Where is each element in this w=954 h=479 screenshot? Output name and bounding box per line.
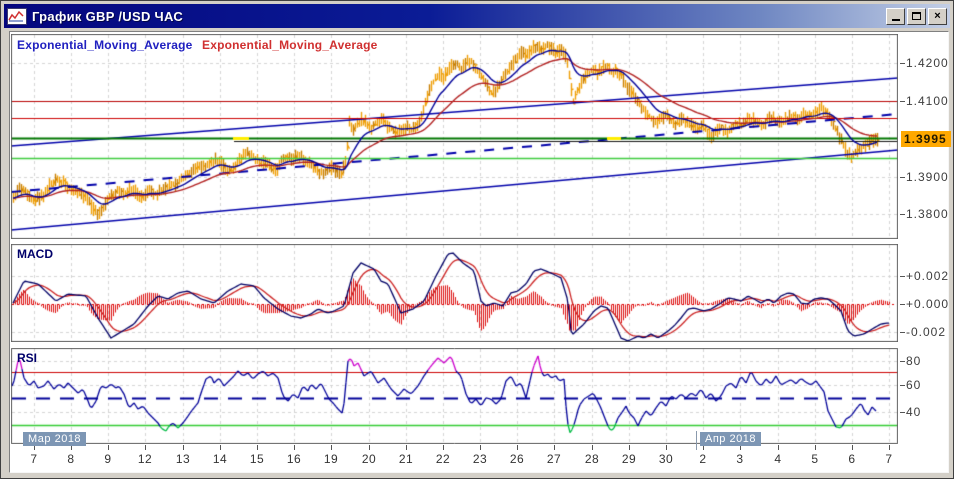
axis-label: 1.3900 bbox=[906, 170, 949, 184]
date-tick bbox=[331, 445, 332, 450]
date-tick bbox=[145, 445, 146, 450]
axis-tick bbox=[900, 214, 905, 215]
axis-tick bbox=[900, 63, 905, 64]
date-label: 9 bbox=[95, 452, 121, 466]
price-chart-canvas[interactable] bbox=[11, 34, 898, 239]
axis-label: 80 bbox=[906, 354, 921, 368]
date-label: 13 bbox=[170, 452, 196, 466]
date-label: 23 bbox=[467, 452, 493, 466]
date-tick bbox=[406, 445, 407, 450]
rsi-chart-canvas[interactable] bbox=[11, 348, 898, 444]
date-tick bbox=[294, 445, 295, 450]
macd-chart-canvas[interactable] bbox=[11, 244, 898, 342]
date-tick bbox=[852, 445, 853, 450]
axis-tick bbox=[900, 412, 905, 413]
axis-label: -0.002 bbox=[906, 325, 946, 339]
date-tick bbox=[592, 445, 593, 450]
indicator-legend: Exponential_Moving_Average Exponential_M… bbox=[17, 38, 377, 52]
window-title: График GBP /USD ЧАС bbox=[32, 9, 183, 24]
date-label: 7 bbox=[21, 452, 47, 466]
date-tick bbox=[778, 445, 779, 450]
date-label: 15 bbox=[244, 452, 270, 466]
axis-label: 40 bbox=[906, 405, 921, 419]
date-label: 16 bbox=[281, 452, 307, 466]
ema-fast-legend: Exponential_Moving_Average bbox=[17, 38, 192, 52]
axis-label: 1.3800 bbox=[906, 207, 949, 221]
date-label: 26 bbox=[504, 452, 530, 466]
axis-tick bbox=[900, 276, 905, 277]
axis-tick bbox=[900, 361, 905, 362]
axis-label: 1.4100 bbox=[906, 94, 949, 108]
date-tick bbox=[629, 445, 630, 450]
chart-app-icon bbox=[7, 8, 27, 25]
date-tick bbox=[554, 445, 555, 450]
maximize-icon bbox=[912, 12, 921, 20]
date-label: 22 bbox=[430, 452, 456, 466]
axis-label: +0.002 bbox=[906, 269, 949, 283]
date-label: 6 bbox=[839, 452, 865, 466]
date-label: 30 bbox=[653, 452, 679, 466]
app-window: График GBP /USD ЧАС × Exponential_Moving… bbox=[0, 0, 954, 479]
axis-label: +0.000 bbox=[906, 297, 949, 311]
title-bar[interactable]: График GBP /USD ЧАС × bbox=[4, 4, 950, 28]
minimize-icon bbox=[892, 19, 900, 21]
date-tick bbox=[517, 445, 518, 450]
axis-label: 60 bbox=[906, 378, 921, 392]
axis-label: 1.4200 bbox=[906, 56, 949, 70]
close-icon: × bbox=[934, 11, 940, 21]
rsi-panel-title: RSI bbox=[17, 351, 37, 365]
date-label: 14 bbox=[207, 452, 233, 466]
date-label: 19 bbox=[318, 452, 344, 466]
maximize-button[interactable] bbox=[907, 8, 926, 25]
date-tick bbox=[108, 445, 109, 450]
date-label: 28 bbox=[579, 452, 605, 466]
date-label: 3 bbox=[727, 452, 753, 466]
date-tick bbox=[183, 445, 184, 450]
macd-panel-title: MACD bbox=[17, 247, 53, 261]
date-tick bbox=[443, 445, 444, 450]
date-label: 2 bbox=[690, 452, 716, 466]
date-label: 21 bbox=[393, 452, 419, 466]
date-label: 8 bbox=[58, 452, 84, 466]
date-tick bbox=[220, 445, 221, 450]
date-tick bbox=[480, 445, 481, 450]
close-button[interactable]: × bbox=[928, 8, 947, 25]
date-tick bbox=[815, 445, 816, 450]
minimize-button[interactable] bbox=[886, 8, 905, 25]
axis-tick bbox=[900, 101, 905, 102]
chart-client-area: Exponential_Moving_Average Exponential_M… bbox=[9, 31, 949, 473]
month-badge-march: Мар 2018 bbox=[23, 432, 86, 446]
date-label: 27 bbox=[541, 452, 567, 466]
axis-tick bbox=[900, 332, 905, 333]
date-tick bbox=[257, 445, 258, 450]
current-price-badge: 1.3995 bbox=[901, 131, 951, 147]
date-tick bbox=[666, 445, 667, 450]
date-label: 7 bbox=[876, 452, 902, 466]
date-tick bbox=[369, 445, 370, 450]
axis-tick bbox=[900, 177, 905, 178]
axis-tick bbox=[900, 304, 905, 305]
month-divider-line bbox=[696, 431, 697, 450]
date-label: 29 bbox=[616, 452, 642, 466]
month-badge-april: Апр 2018 bbox=[700, 432, 761, 446]
date-label: 5 bbox=[802, 452, 828, 466]
date-label: 12 bbox=[132, 452, 158, 466]
axis-tick bbox=[900, 385, 905, 386]
ema-slow-legend: Exponential_Moving_Average bbox=[202, 38, 377, 52]
date-label: 4 bbox=[765, 452, 791, 466]
date-label: 20 bbox=[356, 452, 382, 466]
date-tick bbox=[889, 445, 890, 450]
